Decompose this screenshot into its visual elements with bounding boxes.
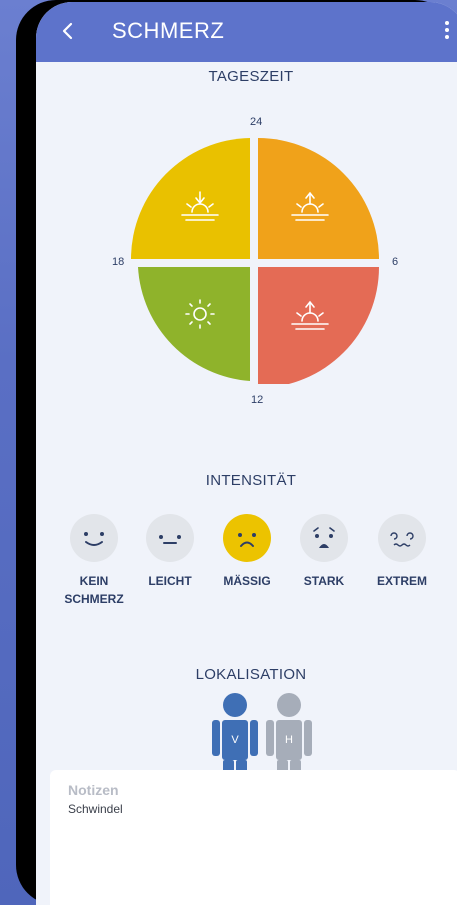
intensity-kein-schmerz[interactable]: KEIN SCHMERZ (54, 514, 134, 608)
face-circle (70, 514, 118, 562)
intensity-label: EXTREM (376, 574, 427, 588)
intensitaet-title: INTENSITÄT (205, 472, 297, 489)
tageszeit-title: TAGESZEIT (208, 68, 294, 85)
back-button[interactable] (58, 16, 82, 46)
notes-card[interactable]: Notizen Schwindel (50, 770, 457, 905)
app-bar: SCHMERZ (36, 2, 457, 62)
neutral-face-icon (159, 535, 181, 544)
face-circle (378, 514, 426, 562)
intensity-leicht[interactable]: LEICHT (130, 514, 210, 590)
front-label: V (231, 734, 239, 746)
intensity-stark[interactable]: STARK (284, 514, 364, 590)
face-circle-selected (223, 514, 271, 562)
crying-face-icon (313, 527, 335, 548)
quadrant-evening-to-night[interactable] (131, 138, 250, 259)
intensity-label: STARK (303, 574, 345, 588)
back-label: H (285, 734, 293, 746)
tageszeit-pie (131, 138, 379, 384)
intensity-label: LEICHT (148, 574, 192, 588)
phone-frame: SCHMERZ TAGESZEIT 24 6 12 18 INTENSITÄT … (16, 0, 457, 905)
more-menu-button[interactable] (442, 18, 452, 44)
chevron-left-icon (62, 22, 73, 40)
clock-label-18: 18 (112, 256, 125, 268)
app-screen: SCHMERZ TAGESZEIT 24 6 12 18 INTENSITÄT … (36, 2, 457, 905)
quadrant-night-to-morning[interactable] (258, 138, 379, 259)
intensity-label: MÄSSIG (223, 574, 271, 588)
clock-label-12: 12 (251, 394, 264, 406)
frown-face-icon (238, 533, 256, 547)
face-circle (300, 514, 348, 562)
clock-label-24: 24 (250, 116, 263, 128)
more-vertical-icon (445, 21, 449, 25)
intensity-maessig[interactable]: MÄSSIG (207, 514, 287, 590)
smile-face-icon (84, 532, 104, 546)
lokalisation-title: LOKALISATION (195, 666, 307, 683)
quadrant-noon-to-evening[interactable] (138, 267, 250, 381)
dizzy-face-icon (390, 532, 414, 547)
clock-label-6: 6 (392, 256, 399, 268)
notes-title: Notizen (68, 782, 119, 798)
intensity-label: KEIN SCHMERZ (64, 574, 124, 606)
quadrant-morning-to-noon[interactable] (258, 267, 379, 384)
face-circle (146, 514, 194, 562)
intensity-extrem[interactable]: EXTREM (362, 514, 442, 590)
page-title: SCHMERZ (112, 18, 225, 43)
notes-text[interactable]: Schwindel (68, 802, 123, 816)
